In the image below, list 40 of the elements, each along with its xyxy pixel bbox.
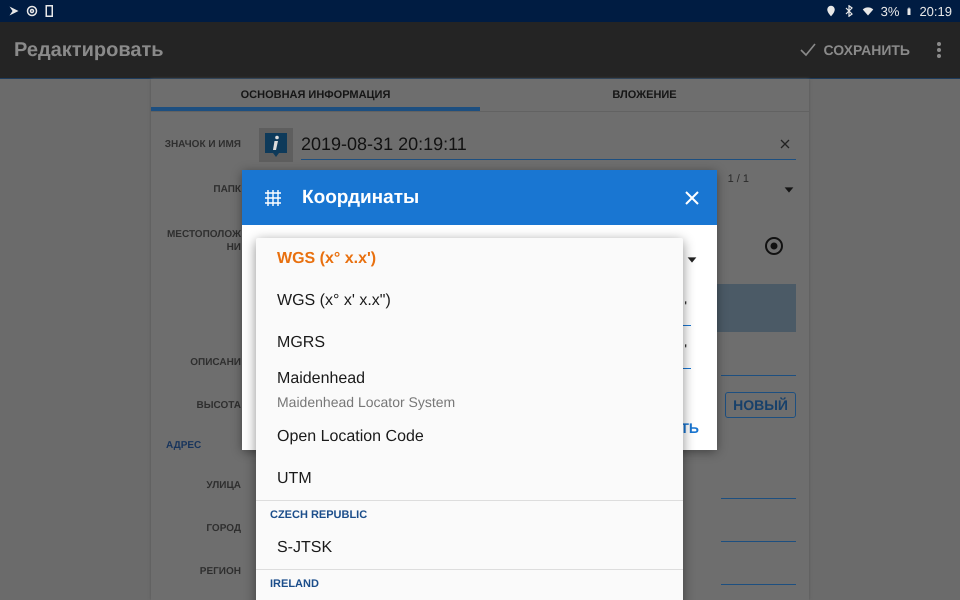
field-label: ВЫСОТА bbox=[196, 398, 241, 412]
menu-item[interactable]: S-JTSK bbox=[256, 527, 683, 569]
info-marker-icon bbox=[259, 128, 293, 162]
menu-item[interactable]: MGRS bbox=[256, 322, 683, 364]
save-button[interactable]: СОХРАНИТЬ bbox=[792, 42, 918, 58]
menu-item[interactable]: WGS (x° x.x') bbox=[256, 238, 683, 280]
tab[interactable]: ВЛОЖЕНИЕ bbox=[480, 79, 809, 111]
field-label: ЗНАЧОК И ИМЯ bbox=[164, 138, 241, 151]
menu-group-header: CZECH REPUBLIC bbox=[256, 500, 683, 527]
bluetooth-icon bbox=[842, 5, 855, 17]
tab[interactable]: ОСНОВНАЯ ИНФОРМАЦИЯ bbox=[151, 79, 480, 111]
target-icon[interactable] bbox=[764, 236, 784, 256]
section-header: АДРЕС bbox=[165, 440, 202, 450]
field-label: ГОРОД bbox=[205, 522, 241, 535]
play-store-icon bbox=[8, 5, 20, 17]
menu-item[interactable]: Maidenhead Maidenhead Locator System bbox=[256, 364, 683, 416]
menu-group-header: IRELAND bbox=[256, 569, 683, 596]
target-icon bbox=[26, 5, 38, 17]
menu-item[interactable]: Open Location Code bbox=[256, 416, 683, 458]
field-label: МЕСТОПОЛОЖ НИ bbox=[166, 228, 241, 254]
folder-counter: 1 / 1 bbox=[728, 172, 749, 185]
close-icon[interactable] bbox=[685, 190, 699, 204]
clock-time: 20:19 bbox=[919, 4, 952, 18]
menu-item[interactable]: WGS (x° x' x.x") bbox=[256, 280, 683, 322]
location-pin-icon bbox=[824, 5, 837, 17]
field-label: ПАПК bbox=[212, 183, 241, 196]
field-label: РЕГИОН bbox=[198, 565, 241, 578]
battery-icon bbox=[905, 4, 914, 18]
menu-item[interactable]: UTM bbox=[256, 458, 683, 500]
wifi-icon bbox=[860, 5, 875, 17]
clear-icon[interactable] bbox=[780, 139, 790, 149]
field-label: ОПИСАНИ bbox=[189, 356, 241, 369]
screen-title: Редактировать bbox=[14, 38, 165, 62]
grid-icon bbox=[264, 188, 282, 206]
document-icon bbox=[44, 5, 56, 17]
dialog-title: Координаты bbox=[302, 186, 420, 208]
name-field[interactable]: 2019-08-31 20:19:11 bbox=[301, 129, 796, 160]
battery-percent: 3% bbox=[880, 4, 900, 18]
field-label: УЛИЦА bbox=[205, 479, 241, 492]
check-icon bbox=[800, 43, 816, 57]
